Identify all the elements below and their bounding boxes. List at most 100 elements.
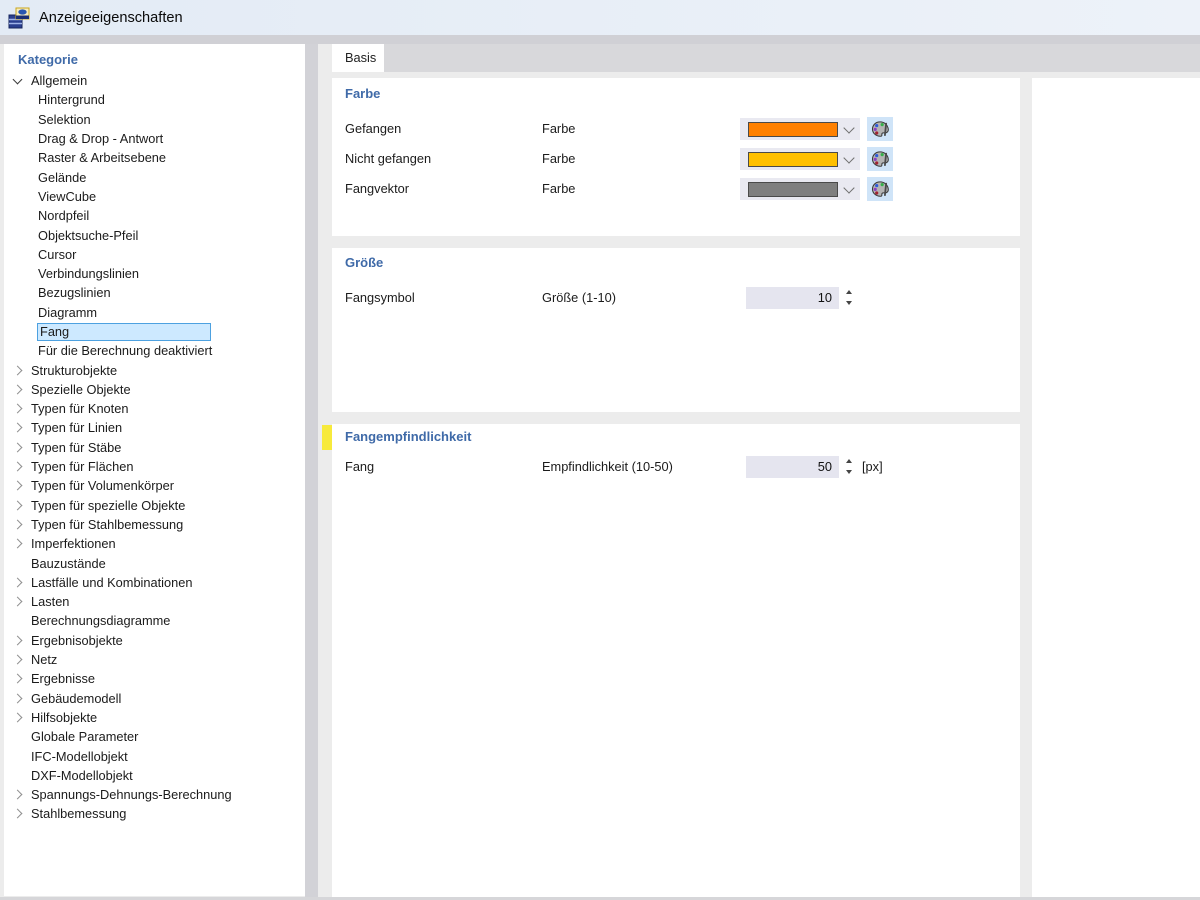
chevron-right-icon[interactable]	[11, 577, 23, 588]
tree-item-gebäudemodell[interactable]: Gebäudemodell	[4, 689, 305, 708]
chevron-right-icon[interactable]	[11, 461, 23, 472]
tree-item-label: Stahlbemessung	[31, 806, 127, 822]
tree-item-label: Typen für Knoten	[31, 401, 129, 417]
tree-item-label: Netz	[31, 652, 58, 668]
tree-item-hilfsobjekte[interactable]: Hilfsobjekte	[4, 708, 305, 727]
chevron-right-icon[interactable]	[11, 403, 23, 414]
chevron-down-icon	[843, 182, 855, 194]
tree-item-diagramm[interactable]: Diagramm	[4, 303, 305, 322]
tree-item-nordpfeil[interactable]: Nordpfeil	[4, 206, 305, 225]
palette-icon	[871, 180, 889, 197]
tree-item-typen-für-stäbe[interactable]: Typen für Stäbe	[4, 438, 305, 457]
tree-item-imperfektionen[interactable]: Imperfektionen	[4, 534, 305, 553]
tree-item-viewcube[interactable]: ViewCube	[4, 187, 305, 206]
color-swatch	[748, 152, 838, 167]
tree-item-objektsuche-pfeil[interactable]: Objektsuche-Pfeil	[4, 225, 305, 244]
chevron-right-icon[interactable]	[11, 480, 23, 491]
chevron-right-icon[interactable]	[11, 423, 23, 433]
tree-item-label: Strukturobjekte	[31, 362, 118, 378]
tree-item-allgemein[interactable]: Allgemein	[4, 71, 305, 90]
chevron-right-icon[interactable]	[11, 519, 23, 530]
chevron-right-icon[interactable]	[11, 673, 23, 684]
chevron-right-icon[interactable]	[11, 654, 23, 665]
tree-item-dxf-modellobjekt[interactable]: DXF-Modellobjekt	[4, 766, 305, 785]
tree-item-lastfälle-und-kombinationen[interactable]: Lastfälle und Kombinationen	[4, 573, 305, 592]
tree-item-lasten[interactable]: Lasten	[4, 592, 305, 611]
tree-item-label: IFC-Modellobjekt	[31, 748, 128, 764]
titlebar-separator	[0, 35, 1200, 44]
chevron-right-icon[interactable]	[11, 384, 23, 395]
palette-button[interactable]	[867, 177, 893, 201]
spinner-value-field[interactable]: 50	[746, 456, 839, 478]
tree-item-label: Allgemein	[31, 73, 88, 89]
tree-item-spannungs-dehnungs-berechnung[interactable]: Spannungs-Dehnungs-Berechnung	[4, 785, 305, 804]
tree-item-typen-für-flächen[interactable]: Typen für Flächen	[4, 457, 305, 476]
palette-button[interactable]	[867, 147, 893, 171]
chevron-right-icon[interactable]	[11, 365, 23, 376]
palette-button[interactable]	[867, 117, 893, 141]
tree-item-label: Globale Parameter	[31, 729, 139, 745]
tree-item-netz[interactable]: Netz	[4, 650, 305, 669]
tree-item-typen-für-knoten[interactable]: Typen für Knoten	[4, 399, 305, 418]
tree-item-ergebnisse[interactable]: Ergebnisse	[4, 669, 305, 688]
chevron-right-icon[interactable]	[11, 500, 23, 511]
tree-item-typen-für-volumenkörper[interactable]: Typen für Volumenkörper	[4, 476, 305, 495]
tree-item-für-die-berechnung-deaktiviert[interactable]: Für die Berechnung deaktiviert	[4, 341, 305, 360]
tree-item-globale-parameter[interactable]: Globale Parameter	[4, 727, 305, 746]
chevron-down-icon[interactable]	[11, 74, 23, 85]
color-dropdown[interactable]	[740, 148, 860, 170]
tab-strip: Basis	[332, 44, 1200, 72]
color-dropdown[interactable]	[740, 178, 860, 200]
tree-item-selektion[interactable]: Selektion	[4, 110, 305, 129]
chevron-right-icon[interactable]	[11, 789, 23, 800]
spinner-down-button[interactable]	[843, 467, 855, 477]
tree-item-ifc-modellobjekt[interactable]: IFC-Modellobjekt	[4, 746, 305, 765]
tree-item-fang[interactable]: Fang	[4, 322, 305, 341]
tree-item-hintergrund[interactable]: Hintergrund	[4, 90, 305, 109]
tree-item-label: Bezugslinien	[38, 285, 111, 301]
tab-basis[interactable]: Basis	[332, 44, 384, 72]
tree-item-stahlbemessung[interactable]: Stahlbemessung	[4, 804, 305, 823]
chevron-right-icon[interactable]	[11, 712, 23, 723]
tree-item-berechnungsdiagramme[interactable]: Berechnungsdiagramme	[4, 611, 305, 630]
chevron-right-icon[interactable]	[11, 538, 23, 549]
tree-item-spezielle-objekte[interactable]: Spezielle Objekte	[4, 380, 305, 399]
tree-item-label: Gebäudemodell	[31, 690, 122, 706]
row-label: Fangsymbol	[345, 290, 415, 305]
tree-item-label: ViewCube	[38, 188, 97, 204]
tree-item-label: Ergebnisobjekte	[31, 632, 123, 648]
color-dropdown[interactable]	[740, 118, 860, 140]
tree-item-gelände[interactable]: Gelände	[4, 167, 305, 186]
window-title: Anzeigeeigenschaften	[39, 9, 183, 26]
chevron-right-icon[interactable]	[11, 693, 23, 704]
tree-item-verbindungslinien[interactable]: Verbindungslinien	[4, 264, 305, 283]
display-properties-icon	[8, 7, 30, 28]
triangle-up-icon	[846, 459, 852, 463]
tree-item-bezugslinien[interactable]: Bezugslinien	[4, 283, 305, 302]
chevron-right-icon[interactable]	[11, 442, 23, 453]
spinner-up-button[interactable]	[843, 287, 855, 297]
tree-item-label: DXF-Modellobjekt	[31, 767, 133, 783]
tree-item-raster-arbeitsebene[interactable]: Raster & Arbeitsebene	[4, 148, 305, 167]
tree-item-label: Typen für Volumenkörper	[31, 478, 174, 494]
tree-item-label: Lasten	[31, 594, 70, 610]
tree-item-cursor[interactable]: Cursor	[4, 245, 305, 264]
spinner-up-button[interactable]	[843, 456, 855, 466]
tree-item-typen-für-stahlbemessung[interactable]: Typen für Stahlbemessung	[4, 515, 305, 534]
tree-item-bauzustände[interactable]: Bauzustände	[4, 553, 305, 572]
tree-item-strukturobjekte[interactable]: Strukturobjekte	[4, 360, 305, 379]
tree-item-typen-für-spezielle-objekte[interactable]: Typen für spezielle Objekte	[4, 496, 305, 515]
tree-item-drag-drop-antwort[interactable]: Drag & Drop - Antwort	[4, 129, 305, 148]
chevron-down-icon	[843, 152, 855, 164]
chevron-right-icon[interactable]	[11, 635, 23, 646]
tree-item-typen-für-linien[interactable]: Typen für Linien	[4, 418, 305, 437]
section-title-fangempfindlichkeit: Fangempfindlichkeit	[345, 429, 472, 444]
tree-item-label: Spannungs-Dehnungs-Berechnung	[31, 787, 232, 803]
chevron-right-icon[interactable]	[11, 596, 23, 607]
section-groesse: Größe Fangsymbol Größe (1-10) 10	[332, 248, 1020, 412]
spinner-down-button[interactable]	[843, 298, 855, 308]
spinner-value-field[interactable]: 10	[746, 287, 839, 309]
panel-splitter[interactable]	[305, 44, 318, 900]
chevron-right-icon[interactable]	[11, 808, 23, 819]
tree-item-ergebnisobjekte[interactable]: Ergebnisobjekte	[4, 631, 305, 650]
